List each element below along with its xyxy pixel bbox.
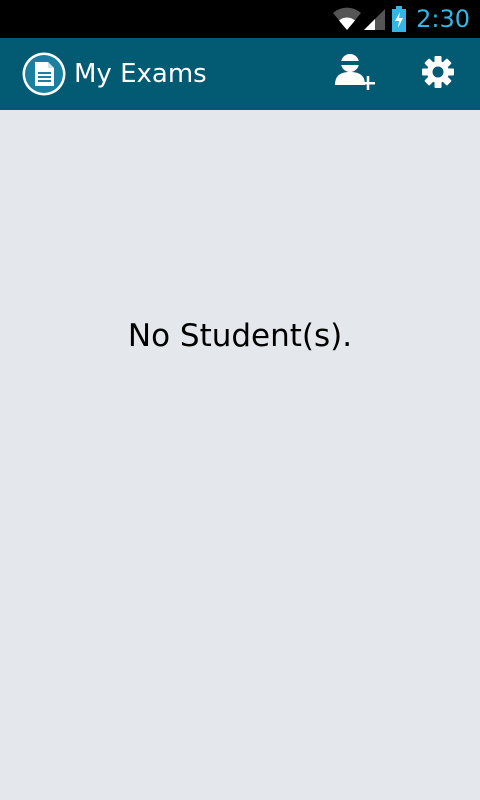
action-bar: My Exams bbox=[0, 38, 480, 110]
status-icons: 2:30 bbox=[332, 0, 470, 38]
gear-icon bbox=[421, 55, 455, 94]
status-clock: 2:30 bbox=[416, 5, 470, 33]
settings-button[interactable] bbox=[404, 38, 472, 110]
battery-charging-icon bbox=[392, 6, 407, 32]
empty-state-message: No Student(s). bbox=[127, 318, 353, 354]
add-student-button[interactable] bbox=[320, 38, 390, 110]
main-content: No Student(s). bbox=[0, 110, 480, 800]
add-student-icon bbox=[334, 52, 376, 97]
wifi-icon bbox=[332, 7, 362, 31]
page-title: My Exams bbox=[74, 59, 207, 89]
signal-icon bbox=[364, 7, 386, 31]
document-icon[interactable] bbox=[21, 51, 67, 97]
status-bar: 2:30 bbox=[0, 0, 480, 38]
